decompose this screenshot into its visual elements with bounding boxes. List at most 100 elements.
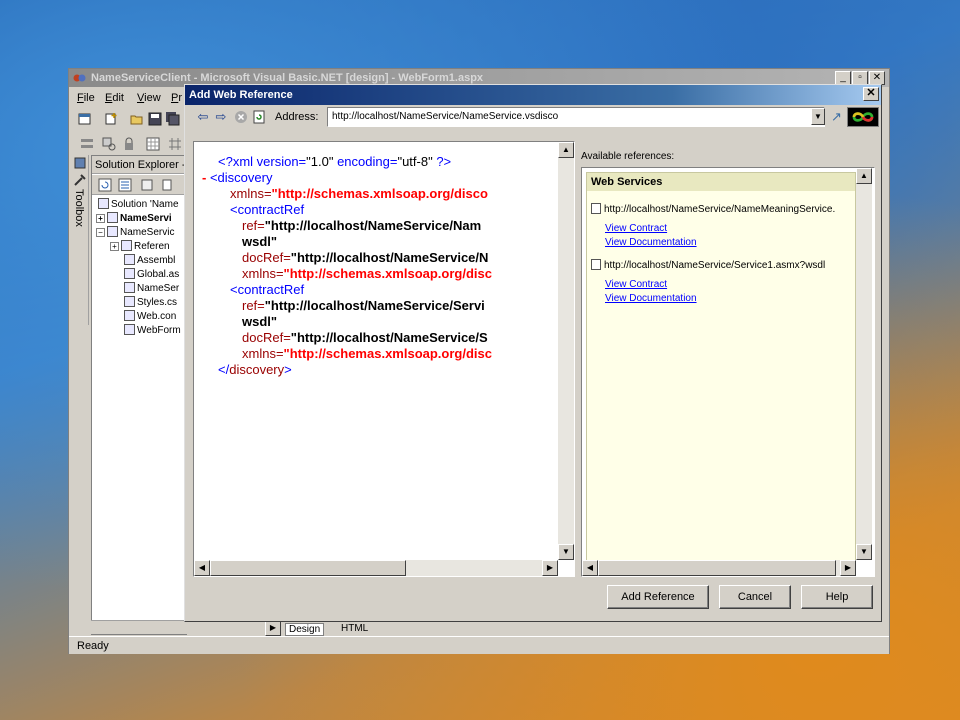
expand-icon[interactable]: + (110, 242, 119, 251)
maximize-button[interactable]: ▫ (852, 71, 868, 85)
tree-item-webform[interactable]: WebForm (124, 324, 181, 338)
available-references-label: Available references: (581, 151, 675, 162)
ide-title: NameServiceClient - Microsoft Visual Bas… (91, 72, 484, 84)
web-services-panel: Web Services http://localhost/NameServic… (586, 172, 856, 572)
tree-item-project-2[interactable]: − NameServic (96, 226, 174, 240)
table-icon[interactable] (145, 136, 161, 152)
tab-design[interactable]: Design (285, 623, 325, 636)
tree-item-styles[interactable]: Styles.cs (124, 296, 177, 310)
scroll-down-button[interactable]: ▼ (558, 544, 574, 560)
refresh-icon[interactable] (98, 178, 112, 192)
navigation-bar: ⇦ ⇨ Address: http://localhost/NameServic… (191, 107, 879, 129)
add-web-reference-dialog: Add Web Reference ✕ ⇦ ⇨ Address: http://… (184, 84, 882, 622)
xml-contractref-2-ref-cont: wsdl" (242, 314, 278, 329)
show-all-files-icon[interactable] (118, 178, 132, 192)
scroll-thumb[interactable] (210, 560, 406, 576)
refresh-icon[interactable] (251, 109, 267, 125)
view-documentation-link-2[interactable]: View Documentation (605, 293, 697, 304)
view-documentation-link-1[interactable]: View Documentation (605, 237, 697, 248)
menu-edit[interactable]: Edit (105, 92, 124, 104)
dialog-title: Add Web Reference (189, 89, 293, 101)
scroll-down-button[interactable]: ▼ (856, 544, 872, 560)
xml-contractref-1-xmlns: xmlns="http://schemas.xmlsoap.org/disc (242, 266, 492, 281)
editor-hscrollbar[interactable]: ▶ (91, 620, 281, 636)
tree-item-project-1[interactable]: + NameServi (96, 212, 172, 226)
xml-declaration: <?xml version="1.0" encoding="utf-8" ?> (218, 154, 452, 169)
scroll-left-button[interactable]: ◀ (582, 560, 598, 576)
service-entry-2: http://localhost/NameService/Service1.as… (591, 259, 825, 271)
xml-contractref-1-ref-cont: wsdl" (242, 234, 278, 249)
tree-item-solution[interactable]: Solution 'Name (98, 198, 179, 212)
tree-item-nameservice[interactable]: NameSer (124, 282, 179, 296)
file-icon (124, 282, 135, 293)
tab-html[interactable]: HTML (341, 623, 368, 634)
save-icon[interactable] (147, 111, 163, 127)
go-icon[interactable]: ↗ (831, 109, 845, 125)
open-icon[interactable] (129, 111, 145, 127)
xml-horizontal-scrollbar[interactable]: ◀ ▶ (194, 560, 558, 576)
ide-close-button[interactable]: ✕ (869, 71, 885, 85)
forward-arrow-icon[interactable]: ⇨ (213, 109, 229, 125)
references-icon (121, 240, 132, 251)
xml-contractref-1-ref: ref="http://localhost/NameService/Nam (242, 218, 482, 233)
scroll-up-button[interactable]: ▲ (558, 142, 574, 158)
scroll-up-button[interactable]: ▲ (856, 168, 872, 184)
format-icon[interactable] (101, 136, 117, 152)
menu-file[interactable]: File (77, 92, 95, 104)
align-icon[interactable] (79, 136, 95, 152)
minimize-button[interactable]: _ (835, 71, 851, 85)
properties-icon[interactable] (140, 178, 154, 192)
dialog-close-button[interactable]: ✕ (863, 87, 879, 101)
solution-explorer-title: Solution Explorer - (92, 156, 186, 174)
visual-basic-icon (73, 74, 86, 82)
lock-controls-icon[interactable] (121, 136, 137, 152)
view-contract-link-2[interactable]: View Contract (605, 279, 667, 290)
stop-icon[interactable] (233, 109, 249, 125)
scroll-left-button[interactable]: ◀ (194, 560, 210, 576)
config-file-icon (124, 310, 135, 321)
menu-project[interactable]: Pr (171, 92, 182, 104)
grid-icon[interactable] (167, 136, 183, 152)
add-item-icon[interactable] (103, 111, 119, 127)
dotnet-logo-icon (847, 107, 879, 127)
tree-item-references[interactable]: + Referen (110, 240, 170, 254)
toolbox-icon[interactable] (73, 173, 87, 187)
scroll-right-button[interactable]: ▶ (840, 560, 856, 576)
view-contract-link-1[interactable]: View Contract (605, 223, 667, 234)
address-label: Address: (275, 111, 319, 123)
server-explorer-icon[interactable] (73, 157, 87, 169)
new-project-icon[interactable] (77, 111, 93, 127)
web-project-icon (107, 212, 118, 223)
menu-view[interactable]: View (137, 92, 161, 104)
address-input[interactable]: http://localhost/NameService/NameService… (327, 107, 825, 127)
xml-contractref-2-ref: ref="http://localhost/NameService/Servi (242, 298, 485, 313)
wsdl-document-icon (591, 203, 601, 214)
help-button[interactable]: Help (801, 585, 873, 609)
references-vertical-scrollbar[interactable]: ▲ ▼ (856, 168, 872, 560)
scroll-thumb[interactable] (598, 560, 836, 576)
xml-contractref-2-docref: docRef="http://localhost/NameService/S (242, 330, 488, 345)
scroll-right-button[interactable]: ▶ (542, 560, 558, 576)
address-dropdown-button[interactable]: ▼ (811, 108, 825, 125)
discovery-document-view[interactable]: <?xml version="1.0" encoding="utf-8" ?> … (193, 141, 575, 577)
xml-contractref-1-open: <contractRef (230, 202, 305, 217)
add-reference-button[interactable]: Add Reference (607, 585, 709, 609)
xml-vertical-scrollbar[interactable]: ▲ ▼ (558, 142, 574, 560)
cancel-button[interactable]: Cancel (719, 585, 791, 609)
save-all-icon[interactable] (165, 111, 181, 127)
webform-icon (124, 324, 135, 335)
toolbox-tab[interactable]: Toolbox (71, 155, 89, 325)
tree-item-global[interactable]: Global.as (124, 268, 179, 282)
collapse-icon[interactable]: − (96, 228, 105, 237)
available-references-view[interactable]: Web Services http://localhost/NameServic… (581, 167, 875, 577)
expand-icon[interactable]: + (96, 214, 105, 223)
tree-item-assembly[interactable]: Assembl (124, 254, 175, 268)
back-arrow-icon[interactable]: ⇦ (195, 109, 211, 125)
tree-item-webconfig[interactable]: Web.con (124, 310, 176, 324)
layout-toolbar (73, 133, 185, 155)
references-horizontal-scrollbar[interactable]: ◀ ▶ (582, 560, 856, 576)
xml-discovery-xmlns: xmlns="http://schemas.xmlsoap.org/disco (230, 186, 488, 201)
status-text: Ready (77, 640, 109, 652)
view-code-icon[interactable] (160, 178, 174, 192)
xml-discovery-open: - <discovery (202, 170, 273, 185)
